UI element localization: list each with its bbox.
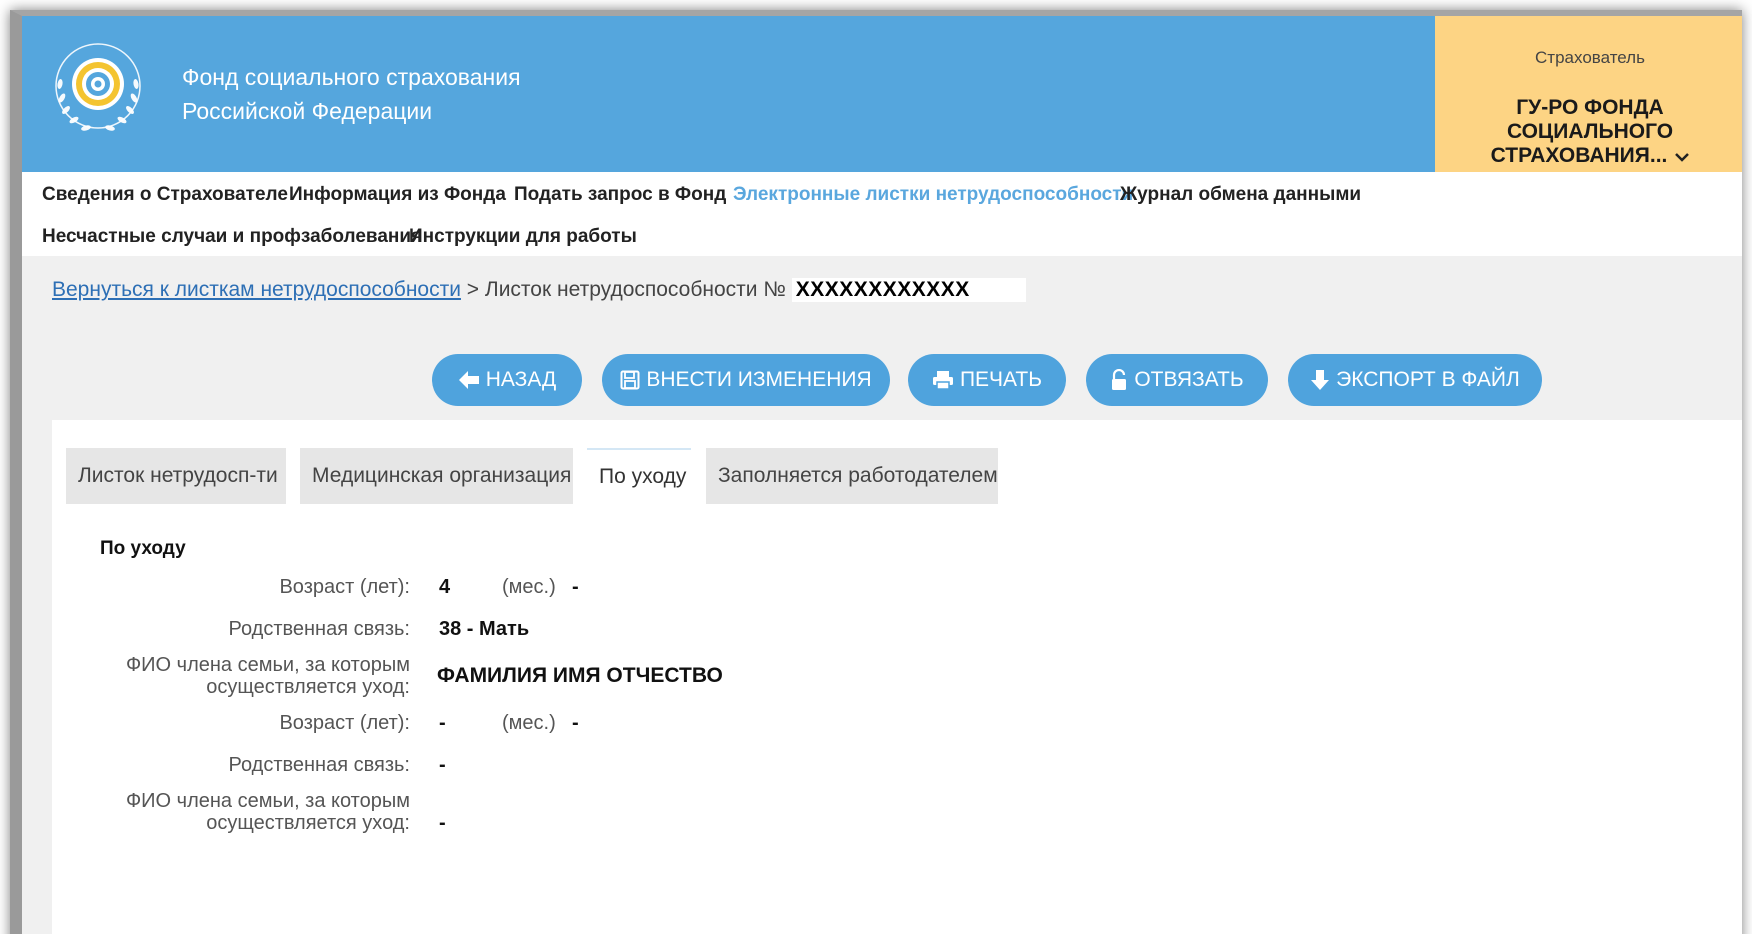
age-months-value: - bbox=[572, 712, 579, 734]
unlock-icon bbox=[1110, 369, 1128, 391]
tab-care[interactable]: По уходу bbox=[587, 448, 691, 504]
fio-value: ФАМИЛИЯ ИМЯ ОТЧЕСТВО bbox=[437, 664, 723, 687]
arrow-down-icon bbox=[1310, 369, 1330, 391]
insurer-selector[interactable]: Страхователь ГУ-РО ФОНДА СОЦИАЛЬНОГО СТР… bbox=[1435, 16, 1742, 172]
relation-value: - bbox=[439, 754, 446, 776]
fio-label: ФИО члена семьи, за которым осуществляет… bbox=[126, 654, 410, 698]
org-name-line2: Российской Федерации bbox=[182, 98, 433, 124]
print-button[interactable]: ПЕЧАТЬ bbox=[908, 354, 1066, 406]
insurer-caption: Страхователь bbox=[1535, 48, 1645, 67]
relation-label: Родственная связь: bbox=[228, 754, 410, 776]
org-name: Фонд социального страхования Российской … bbox=[182, 60, 521, 128]
nav-item-send-request[interactable]: Подать запрос в Фонд bbox=[514, 184, 726, 206]
insurer-name[interactable]: ГУ-РО ФОНДА СОЦИАЛЬНОГО СТРАХОВАНИЯ... bbox=[1435, 96, 1742, 170]
back-to-list-link[interactable]: Вернуться к листкам нетрудоспособности bbox=[52, 278, 461, 301]
org-name-line1: Фонд социального страхования bbox=[182, 64, 521, 90]
fio-label: ФИО члена семьи, за которым осуществляет… bbox=[126, 790, 410, 834]
tab-sick-leave[interactable]: Листок нетрудосп-ти bbox=[66, 448, 286, 504]
section-title: По уходу bbox=[100, 538, 186, 559]
nav-item-accidents[interactable]: Несчастные случаи и профзаболевания bbox=[42, 226, 422, 248]
fio-label-line2: осуществляется уход: bbox=[206, 676, 410, 698]
age-years-value: 4 bbox=[439, 576, 451, 598]
save-changes-button[interactable]: ВНЕСТИ ИЗМЕНЕНИЯ bbox=[602, 354, 890, 406]
tab-medical-organization[interactable]: Медицинская организация bbox=[300, 448, 573, 504]
fio-value: - bbox=[439, 812, 446, 834]
age-years-label: Возраст (лет): bbox=[279, 712, 410, 734]
age-months-label: (мес.) bbox=[502, 576, 556, 598]
unlink-button[interactable]: ОТВЯЗАТЬ bbox=[1086, 354, 1268, 406]
nav-item-sick-leave[interactable]: Электронные листки нетрудоспособности bbox=[733, 184, 1133, 206]
arrow-left-icon bbox=[458, 370, 480, 390]
fio-label-line2: осуществляется уход: bbox=[206, 812, 410, 834]
chevron-down-icon[interactable] bbox=[1675, 146, 1690, 170]
age-months-value: - bbox=[572, 576, 579, 598]
export-button-label: ЭКСПОРТ В ФАЙЛ bbox=[1336, 368, 1520, 391]
export-button[interactable]: ЭКСПОРТ В ФАЙЛ bbox=[1288, 354, 1542, 406]
relation-value: 38 - Мать bbox=[439, 618, 530, 640]
main-nav: Сведения о Страхователе Информация из Фо… bbox=[22, 172, 1742, 256]
header: Фонд социального страхования Российской … bbox=[22, 16, 1742, 172]
breadcrumb-separator: > bbox=[466, 278, 480, 301]
insurer-name-line2: СОЦИАЛЬНОГО bbox=[1506, 120, 1674, 143]
age-years-value: - bbox=[439, 712, 446, 734]
insurer-name-line3: СТРАХОВАНИЯ... bbox=[1490, 144, 1668, 167]
breadcrumb: Вернуться к листкам нетрудоспособности >… bbox=[52, 278, 1026, 302]
unlink-button-label: ОТВЯЗАТЬ bbox=[1134, 368, 1244, 391]
nav-item-exchange-log[interactable]: Журнал обмена данными bbox=[1120, 184, 1361, 206]
fss-emblem-icon bbox=[42, 38, 154, 142]
sick-leave-number: XXXXXXXXXXXX bbox=[791, 278, 1026, 302]
age-years-label: Возраст (лет): bbox=[279, 576, 410, 598]
tab-employer[interactable]: Заполняется работодателем bbox=[706, 448, 998, 504]
back-button[interactable]: НАЗАД bbox=[432, 354, 582, 406]
floppy-disk-icon bbox=[620, 370, 640, 390]
relation-label: Родственная связь: bbox=[228, 618, 410, 640]
age-months-label: (мес.) bbox=[502, 712, 556, 734]
nav-item-fund-info[interactable]: Информация из Фонда bbox=[289, 184, 506, 206]
nav-item-insurer-info[interactable]: Сведения о Страхователе bbox=[42, 184, 288, 206]
fio-label-line1: ФИО члена семьи, за которым bbox=[125, 654, 410, 676]
app-window: Фонд социального страхования Российской … bbox=[10, 10, 1742, 934]
save-changes-label: ВНЕСТИ ИЗМЕНЕНИЯ bbox=[646, 368, 872, 391]
insurer-name-line1: ГУ-РО ФОНДА bbox=[1516, 96, 1664, 119]
back-button-label: НАЗАД bbox=[485, 368, 557, 391]
fio-label-line1: ФИО члена семьи, за которым bbox=[125, 790, 410, 812]
sick-leave-card: Листок нетрудосп-ти Медицинская организа… bbox=[52, 420, 1742, 934]
breadcrumb-current: Листок нетрудоспособности № bbox=[484, 278, 786, 301]
nav-item-instructions[interactable]: Инструкции для работы bbox=[409, 226, 637, 248]
print-button-label: ПЕЧАТЬ bbox=[959, 368, 1043, 391]
printer-icon bbox=[932, 370, 954, 390]
